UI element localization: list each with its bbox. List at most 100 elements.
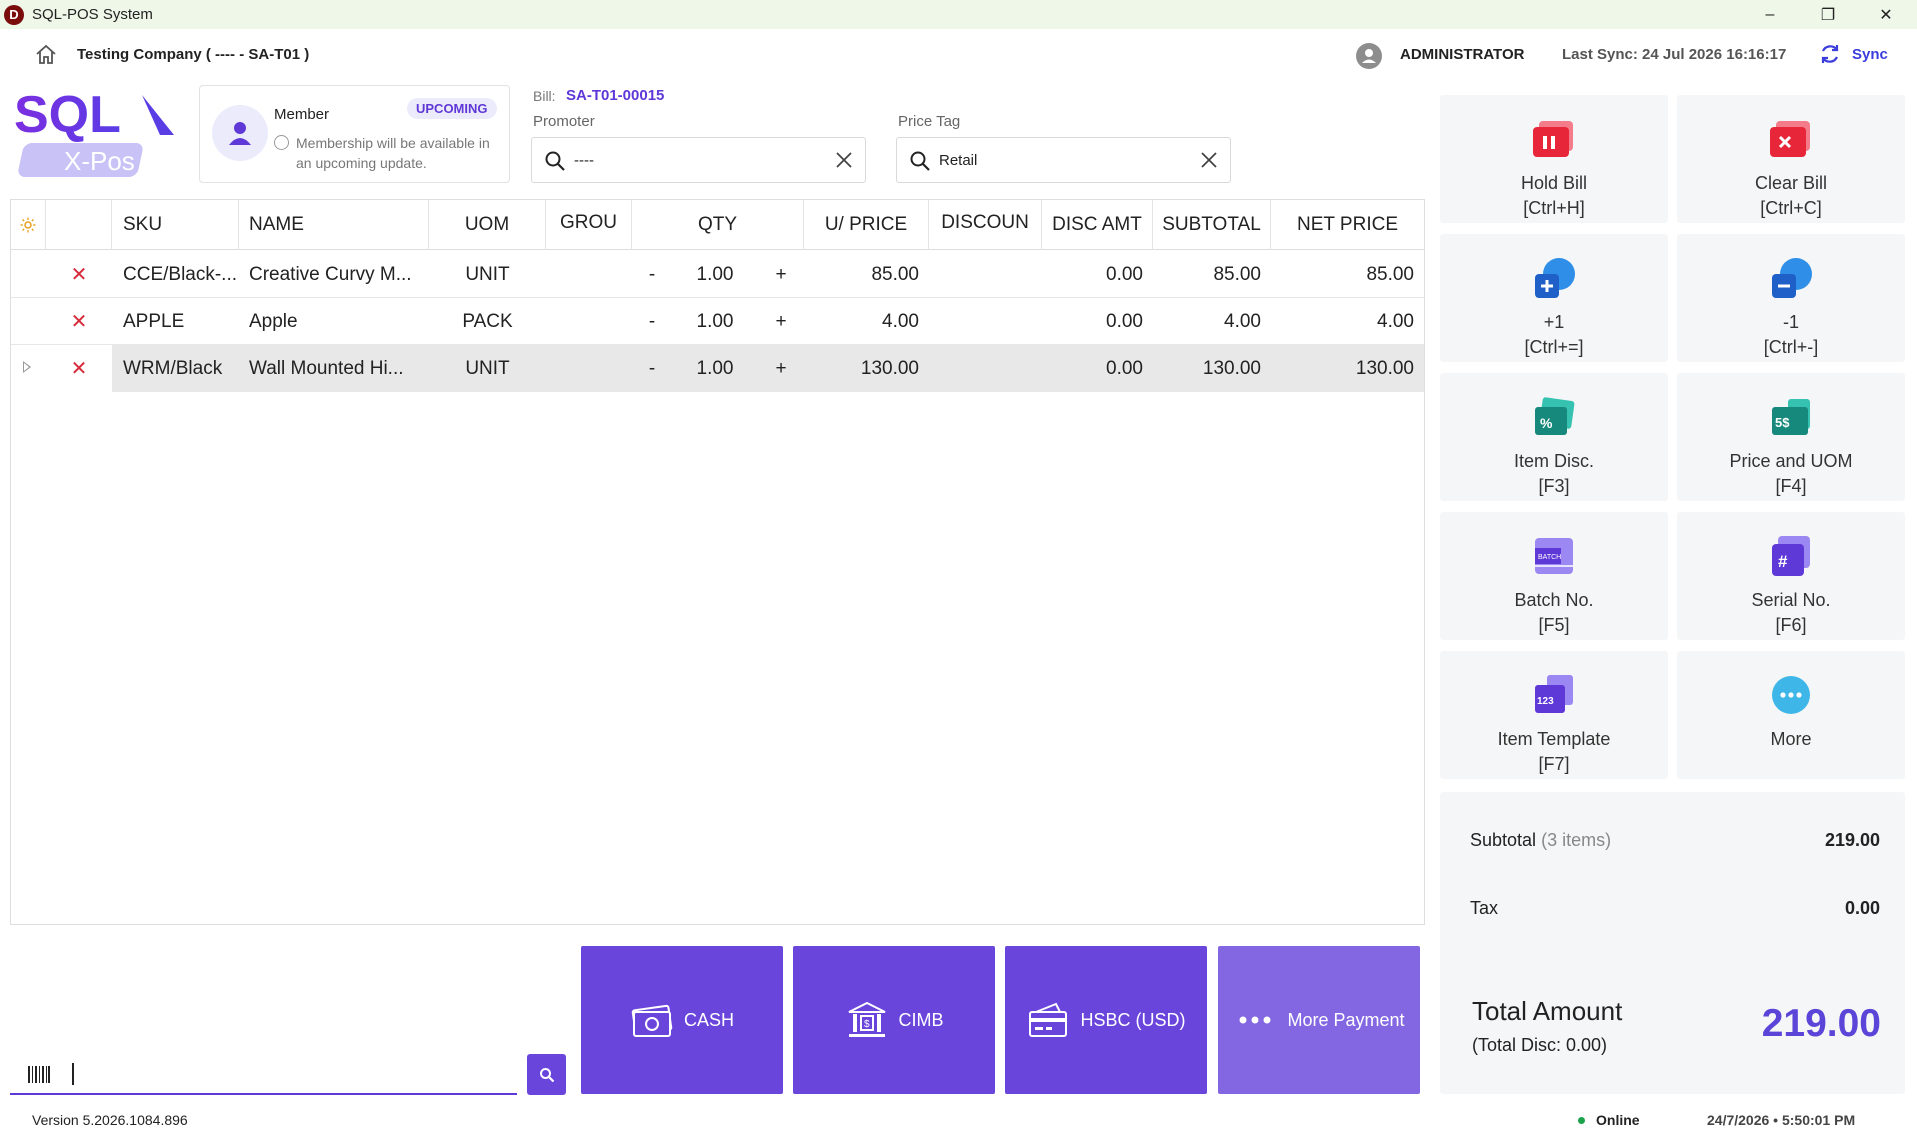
company-name: Testing Company ( ---- - SA-T01 ) bbox=[77, 46, 310, 63]
row-uom[interactable]: UNIT bbox=[429, 345, 546, 392]
pay-cimb-button[interactable]: $ CIMB bbox=[793, 946, 995, 1094]
header-unit-price[interactable]: U/ PRICE bbox=[804, 200, 929, 250]
row-disc-amt: 0.00 bbox=[1106, 263, 1143, 285]
clear-price-tag-icon[interactable] bbox=[1200, 151, 1218, 169]
member-title: Member bbox=[274, 106, 330, 123]
text-cursor bbox=[72, 1063, 74, 1085]
qty-increase-button[interactable]: + bbox=[758, 345, 804, 392]
minimize-button[interactable]: – bbox=[1742, 0, 1798, 29]
row-subtotal: 130.00 bbox=[1202, 357, 1261, 379]
clear-promoter-icon[interactable] bbox=[835, 151, 853, 169]
restore-button[interactable]: ❐ bbox=[1800, 0, 1856, 29]
minus-one-button[interactable]: -1 [Ctrl+-] bbox=[1677, 234, 1905, 362]
serial-no-button[interactable]: # Serial No. [F6] bbox=[1677, 512, 1905, 640]
hold-bill-button[interactable]: Hold Bill [Ctrl+H] bbox=[1440, 95, 1668, 223]
sync-button[interactable]: Sync bbox=[1852, 46, 1888, 63]
sun-icon[interactable] bbox=[11, 200, 46, 250]
table-row-selected[interactable]: ✕ WRM/Black Wall Mounted Hi... UNIT - 1.… bbox=[11, 345, 1424, 392]
item-disc-button[interactable]: % Item Disc. [F3] bbox=[1440, 373, 1668, 501]
row-qty[interactable]: 1.00 bbox=[672, 251, 758, 298]
current-row-icon bbox=[23, 361, 31, 373]
svg-text:X-Pos: X-Pos bbox=[64, 146, 135, 176]
promoter-label: Promoter bbox=[533, 113, 595, 130]
card-icon bbox=[1029, 1002, 1068, 1037]
qty-increase-button[interactable]: + bbox=[758, 298, 804, 345]
table-row[interactable]: ✕ CCE/Black-... Creative Curvy M... UNIT… bbox=[11, 251, 1424, 298]
header-disc-amt[interactable]: DISC AMT bbox=[1042, 200, 1153, 250]
barcode-input[interactable] bbox=[10, 1054, 517, 1095]
row-unit-price: 4.00 bbox=[882, 310, 919, 332]
plus-one-shortcut: [Ctrl+=] bbox=[1524, 337, 1584, 357]
header-uom[interactable]: UOM bbox=[429, 200, 546, 250]
serial-icon: # bbox=[1772, 536, 1810, 576]
pay-cash-button[interactable]: CASH bbox=[581, 946, 783, 1094]
clock-icon bbox=[274, 135, 289, 150]
pay-cimb-label: CIMB bbox=[898, 1009, 944, 1030]
search-icon bbox=[910, 151, 930, 171]
item-template-shortcut: [F7] bbox=[1538, 754, 1570, 774]
qty-decrease-button[interactable]: - bbox=[632, 251, 672, 298]
header-subtotal[interactable]: SUBTOTAL bbox=[1153, 200, 1271, 250]
svg-text:5$: 5$ bbox=[1775, 415, 1790, 430]
more-label: More bbox=[1770, 729, 1812, 749]
remove-item-icon[interactable]: ✕ bbox=[46, 251, 112, 298]
batch-no-button[interactable]: BATCH Batch No. [F5] bbox=[1440, 512, 1668, 640]
header-name[interactable]: NAME bbox=[239, 200, 429, 250]
header-discount[interactable]: DISCOUN bbox=[929, 200, 1042, 250]
table-row[interactable]: ✕ APPLE Apple PACK - 1.00 + 4.00 0.00 4.… bbox=[11, 298, 1424, 345]
total-amount-value: 219.00 bbox=[1761, 1002, 1881, 1045]
price-tag-field[interactable]: Retail bbox=[896, 137, 1231, 183]
close-window-button[interactable]: ✕ bbox=[1858, 0, 1914, 29]
search-icon bbox=[539, 1067, 554, 1082]
promoter-field[interactable]: ---- bbox=[531, 137, 866, 183]
row-net-price: 4.00 bbox=[1377, 310, 1414, 332]
row-qty[interactable]: 1.00 bbox=[672, 345, 758, 392]
row-qty[interactable]: 1.00 bbox=[672, 298, 758, 345]
row-subtotal: 4.00 bbox=[1224, 310, 1261, 332]
barcode-search-button[interactable] bbox=[527, 1054, 566, 1095]
remove-item-icon[interactable]: ✕ bbox=[46, 298, 112, 345]
batch-icon: BATCH bbox=[1535, 538, 1573, 574]
member-note: Membership will be available in an upcom… bbox=[274, 133, 499, 173]
user-name[interactable]: ADMINISTRATOR bbox=[1400, 46, 1524, 63]
tax-row: Tax 0.00 bbox=[1470, 898, 1880, 919]
header-sku[interactable]: SKU bbox=[112, 200, 239, 250]
hold-bill-icon bbox=[1533, 121, 1573, 157]
sync-icon[interactable] bbox=[1818, 42, 1842, 66]
row-subtotal: 85.00 bbox=[1213, 263, 1261, 285]
home-icon[interactable] bbox=[34, 43, 58, 67]
plus-one-button[interactable]: +1 [Ctrl+=] bbox=[1440, 234, 1668, 362]
row-unit-price: 130.00 bbox=[860, 357, 919, 379]
svg-text:SQL: SQL bbox=[14, 87, 121, 144]
header-qty[interactable]: QTY bbox=[632, 200, 804, 250]
item-template-icon: 123 bbox=[1535, 675, 1573, 713]
svg-text:%: % bbox=[1540, 415, 1553, 431]
app-icon: D bbox=[4, 4, 24, 25]
more-payment-button[interactable]: More Payment bbox=[1218, 946, 1420, 1094]
pay-hsbc-button[interactable]: HSBC (USD) bbox=[1005, 946, 1207, 1094]
row-disc-amt: 0.00 bbox=[1106, 310, 1143, 332]
qty-decrease-button[interactable]: - bbox=[632, 345, 672, 392]
remove-item-icon[interactable]: ✕ bbox=[46, 345, 112, 392]
price-uom-button[interactable]: 5$ Price and UOM [F4] bbox=[1677, 373, 1905, 501]
grid-header: SKU NAME UOM GROU QTY U/ PRICE DISCOUN D… bbox=[11, 200, 1424, 250]
clear-bill-button[interactable]: Clear Bill [Ctrl+C] bbox=[1677, 95, 1905, 223]
hold-bill-shortcut: [Ctrl+H] bbox=[1523, 198, 1585, 218]
row-uom[interactable]: UNIT bbox=[429, 251, 546, 298]
header-group[interactable]: GROU bbox=[546, 200, 632, 250]
status-bar: Version 5.2026.1084.896 Online 24/7/2026… bbox=[0, 1106, 1917, 1135]
serial-no-label: Serial No. bbox=[1751, 590, 1831, 610]
bill-label: Bill: bbox=[533, 88, 556, 104]
row-uom[interactable]: PACK bbox=[429, 298, 546, 345]
row-name: Creative Curvy M... bbox=[249, 263, 412, 285]
header-net-price[interactable]: NET PRICE bbox=[1271, 200, 1424, 250]
plus-one-icon bbox=[1535, 258, 1575, 298]
more-functions-button[interactable]: More bbox=[1677, 651, 1905, 779]
subtotal-count: (3 items) bbox=[1541, 830, 1612, 850]
online-status: Online bbox=[1596, 1112, 1640, 1128]
member-card[interactable]: Member UPCOMING Membership will be avail… bbox=[199, 85, 510, 183]
item-template-button[interactable]: 123 Item Template [F7] bbox=[1440, 651, 1668, 779]
minus-one-shortcut: [Ctrl+-] bbox=[1763, 337, 1819, 357]
qty-decrease-button[interactable]: - bbox=[632, 298, 672, 345]
qty-increase-button[interactable]: + bbox=[758, 251, 804, 298]
